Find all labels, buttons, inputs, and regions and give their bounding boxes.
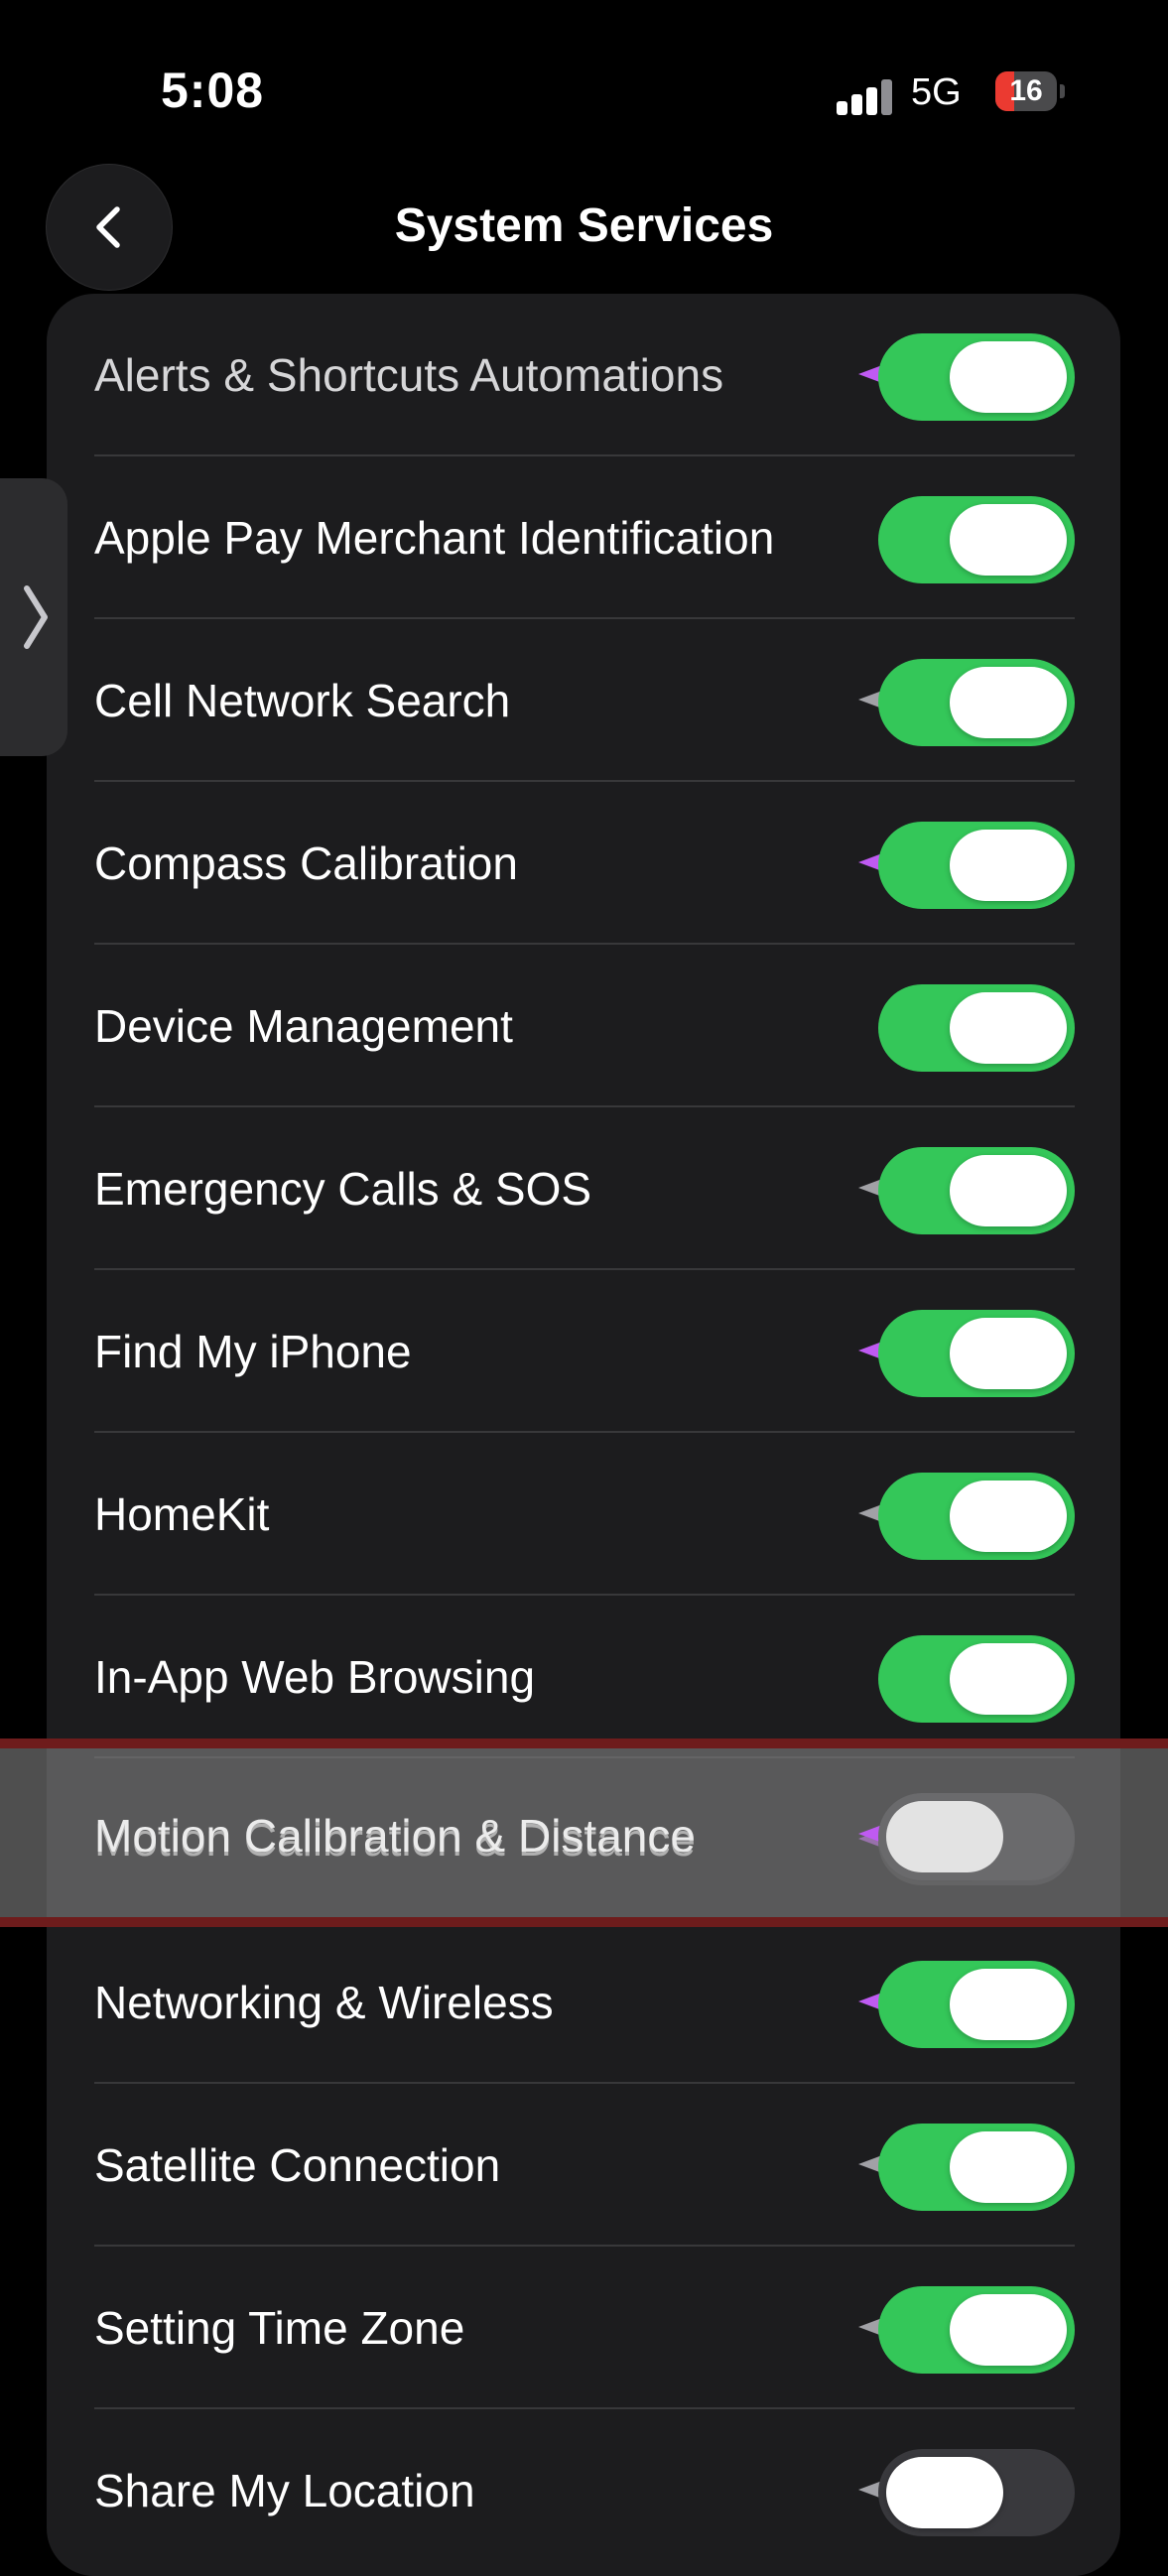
service-label: Networking & Wireless (94, 1977, 554, 2028)
service-label: Satellite Connection (94, 2139, 501, 2191)
battery-level: 16 (1009, 74, 1043, 107)
battery-cap (1060, 84, 1065, 98)
highlighted-service-label: Motion Calibration & Distance (94, 1810, 696, 1862)
service-toggle[interactable] (878, 2286, 1075, 2374)
service-label: Device Management (94, 1000, 513, 1052)
service-label: Alerts & Shortcuts Automations (94, 349, 724, 401)
service-toggle[interactable] (878, 659, 1075, 746)
service-row[interactable]: Cell Network Search (47, 619, 1120, 782)
service-toggle[interactable] (878, 1473, 1075, 1560)
service-label: Emergency Calls & SOS (94, 1163, 592, 1215)
service-toggle[interactable] (878, 822, 1075, 909)
service-toggle[interactable] (878, 1147, 1075, 1234)
service-label: Share My Location (94, 2465, 475, 2516)
service-row[interactable]: Setting Time Zone (47, 2247, 1120, 2409)
service-toggle[interactable] (878, 496, 1075, 583)
service-label: In-App Web Browsing (94, 1651, 536, 1703)
service-label: Setting Time Zone (94, 2302, 465, 2354)
network-type-label: 5G (911, 71, 962, 113)
service-toggle[interactable] (878, 2124, 1075, 2211)
chevron-right-icon (24, 585, 48, 649)
toggle-knob (950, 2294, 1067, 2366)
service-label: HomeKit (94, 1488, 270, 1540)
service-toggle[interactable] (878, 984, 1075, 1072)
battery-icon: 16 (995, 71, 1057, 111)
service-row[interactable]: Alerts & Shortcuts Automations (47, 294, 1120, 456)
status-time: 5:08 (161, 63, 265, 118)
service-label: Compass Calibration (94, 837, 518, 889)
page-title: System Services (394, 199, 774, 252)
side-panel-handle[interactable] (0, 478, 67, 756)
service-row[interactable]: Satellite Connection (47, 2084, 1120, 2247)
system-services-list: Alerts & Shortcuts Automations Apple Pay … (47, 294, 1120, 2576)
service-toggle[interactable] (878, 333, 1075, 421)
toggle-knob (886, 2457, 1003, 2528)
service-toggle[interactable] (878, 1635, 1075, 1723)
service-row[interactable]: Device Management (47, 945, 1120, 1107)
toggle-knob (950, 2131, 1067, 2203)
toggle-knob (950, 1481, 1067, 1552)
highlighted-service-toggle[interactable] (878, 1793, 1075, 1880)
service-label: Apple Pay Merchant Identification (94, 512, 775, 564)
service-toggle[interactable] (878, 2449, 1075, 2536)
service-row[interactable]: Compass Calibration (47, 782, 1120, 945)
toggle-knob (950, 1155, 1067, 1226)
toggle-knob (950, 341, 1067, 413)
service-row[interactable]: Find My iPhone (47, 1270, 1120, 1433)
service-row[interactable]: Share My Location (47, 2409, 1120, 2572)
toggle-knob (950, 992, 1067, 1064)
toggle-knob (950, 1969, 1067, 2040)
service-label: Find My iPhone (94, 1326, 412, 1377)
service-row[interactable]: Apple Pay Merchant Identification (47, 456, 1120, 619)
status-bar: 5:08 5G 16 (0, 0, 1168, 169)
service-label: Cell Network Search (94, 675, 511, 726)
service-row[interactable]: HomeKit (47, 1433, 1120, 1596)
toggle-knob (950, 667, 1067, 738)
service-row[interactable]: Networking & Wireless (47, 1921, 1120, 2084)
service-toggle[interactable] (878, 1961, 1075, 2048)
service-row[interactable]: Emergency Calls & SOS (47, 1107, 1120, 1270)
toggle-knob (950, 830, 1067, 901)
toggle-knob (950, 1318, 1067, 1389)
cellular-signal-icon (837, 79, 892, 115)
service-row[interactable]: In-App Web Browsing (47, 1596, 1120, 1758)
toggle-knob (950, 1643, 1067, 1715)
toggle-knob (950, 504, 1067, 576)
toggle-knob (886, 1801, 1003, 1872)
service-toggle[interactable] (878, 1310, 1075, 1397)
